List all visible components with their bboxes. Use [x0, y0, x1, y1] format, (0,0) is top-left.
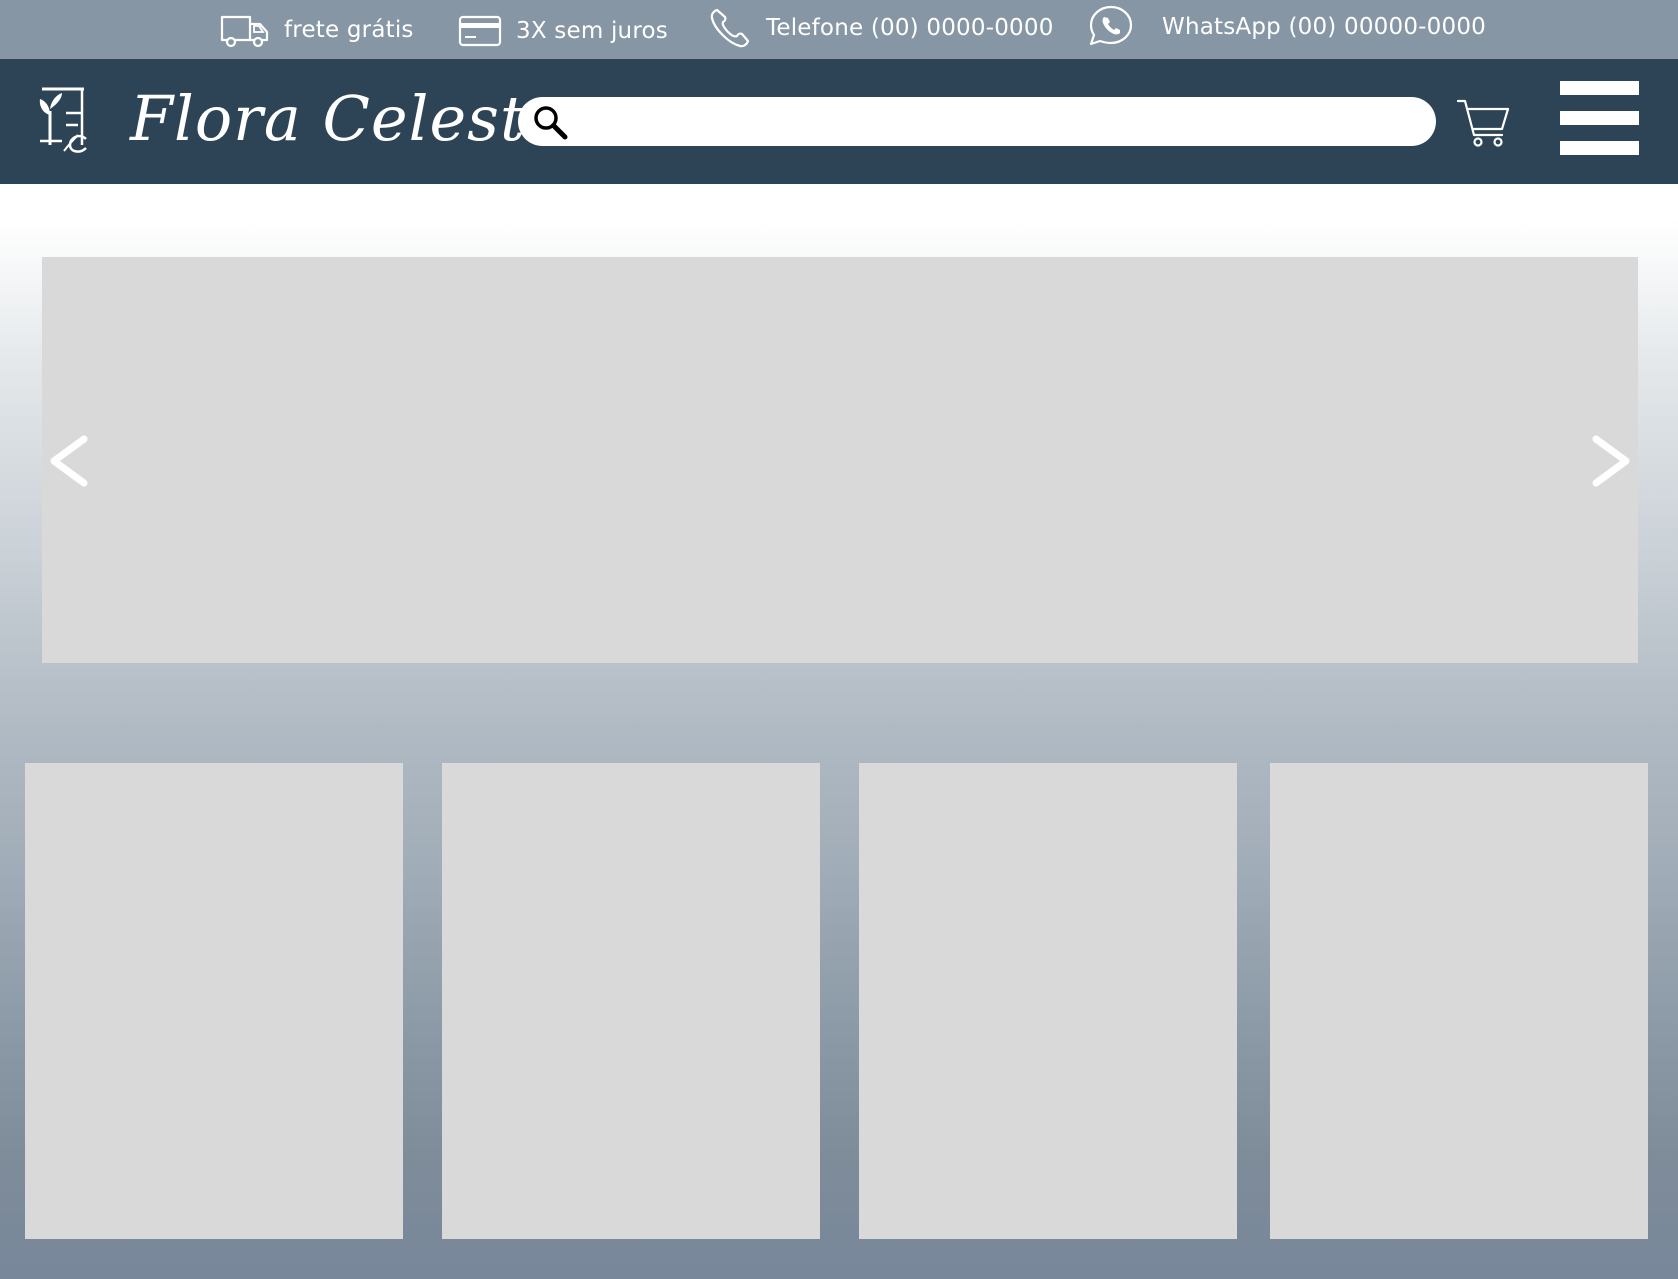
search-bar[interactable] [518, 97, 1436, 146]
product-card-1[interactable] [25, 763, 403, 1239]
hamburger-menu-button[interactable] [1560, 81, 1639, 155]
product-card-4[interactable] [1270, 763, 1648, 1239]
credit-card-icon [458, 15, 502, 47]
site-header: Flora Celeste [0, 59, 1678, 184]
product-card-2[interactable] [442, 763, 820, 1239]
search-icon[interactable] [532, 104, 568, 140]
menu-bar-middle [1560, 111, 1639, 125]
brand-logo[interactable]: Flora Celeste [130, 79, 563, 159]
installments-info: 3X sem juros [458, 0, 668, 59]
whatsapp-icon [1089, 5, 1133, 46]
menu-bar-bottom [1560, 141, 1639, 155]
truck-icon [220, 15, 269, 48]
whatsapp-label: WhatsApp (00) 00000-0000 [1162, 14, 1486, 40]
installments-label: 3X sem juros [516, 18, 668, 44]
free-shipping-label: frete grátis [284, 17, 414, 43]
phone-info[interactable]: Telefone (00) 0000-0000 [708, 0, 1054, 59]
whatsapp-info[interactable]: WhatsApp (00) 00000-0000 [1088, 0, 1488, 59]
phone-label: Telefone (00) 0000-0000 [766, 15, 1054, 41]
hero-carousel [42, 257, 1638, 663]
chevron-left-icon[interactable] [46, 431, 90, 491]
logo-monogram-icon[interactable] [36, 85, 88, 155]
chevron-right-icon[interactable] [1590, 431, 1634, 491]
cart-icon[interactable] [1456, 95, 1510, 149]
search-input[interactable] [578, 97, 1418, 146]
product-card-3[interactable] [859, 763, 1237, 1239]
phone-icon [710, 8, 750, 48]
menu-bar-top [1560, 81, 1639, 95]
top-info-bar: frete grátis 3X sem juros Telefone (00) … [0, 0, 1678, 59]
free-shipping-info: frete grátis [220, 0, 415, 59]
